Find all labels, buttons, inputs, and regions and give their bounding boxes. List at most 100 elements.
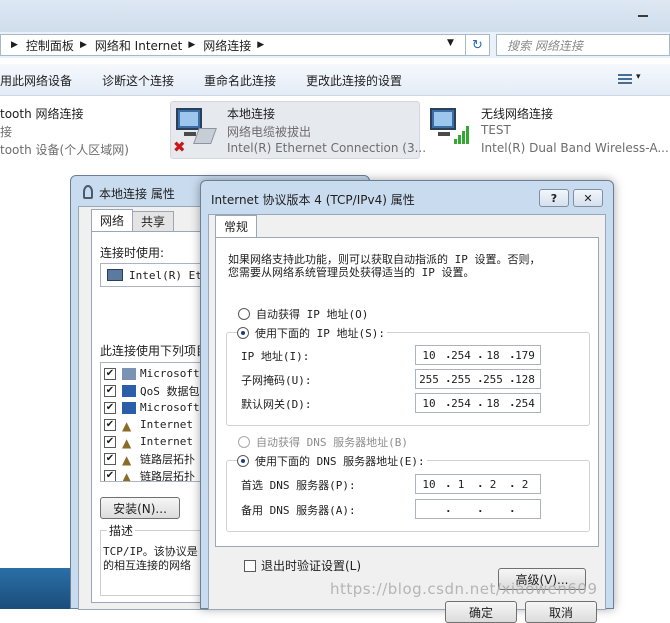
list-item[interactable]: ✔ Microsoft — [104, 399, 200, 416]
manual-ip-group: 使用下面的 IP 地址(S): IP 地址(I): 10. 254. 18. 1… — [226, 325, 590, 426]
network-icon — [83, 185, 93, 199]
rename-button[interactable]: 重命名此连接 — [204, 72, 276, 89]
refresh-button[interactable]: ↻ — [466, 34, 490, 56]
auto-ip-radio[interactable]: 自动获得 IP 地址(O) — [238, 306, 368, 322]
service-icon — [122, 384, 136, 397]
breadcrumb-network-internet[interactable]: 网络和 Internet ▶ — [91, 35, 199, 55]
alternate-dns-field[interactable]: . . . — [415, 499, 541, 519]
octet: 18 — [486, 397, 500, 410]
manual-dns-radio[interactable]: 使用下面的 DNS 服务器地址(E): — [237, 453, 427, 469]
manual-ip-radio[interactable]: 使用下面的 IP 地址(S): — [237, 325, 387, 341]
tab-bar: 网络 共享 — [91, 209, 175, 231]
auto-dns-radio[interactable]: 自动获得 DNS 服务器地址(B) — [238, 434, 408, 450]
radio-label: 自动获得 IP 地址(O) — [256, 308, 369, 321]
chevron-right-icon: ▶ — [79, 40, 87, 50]
subnet-mask-field[interactable]: 255. 255. 255. 128 — [415, 369, 541, 389]
disable-device-button[interactable]: 用此网络设备 — [0, 72, 72, 89]
adapter-device: Intel(R) Dual Band Wireless-A... — [481, 141, 669, 155]
view-options-icon[interactable] — [616, 70, 644, 90]
diagnose-button[interactable]: 诊断这个连接 — [102, 72, 174, 89]
octet: 2 — [521, 478, 529, 491]
checkbox-icon — [244, 559, 256, 572]
list-item[interactable]: ✔ ▲ Internet — [104, 416, 193, 433]
ipv4-properties-dialog: Internet 协议版本 4 (TCP/IPv4) 属性 ? ✕ 常规 如果网… — [200, 180, 614, 623]
wireless-adapter-icon — [428, 106, 472, 150]
component-label: Microsoft — [140, 401, 200, 414]
breadcrumb-network-connections[interactable]: 网络连接 ▶ — [199, 35, 268, 55]
radio-label: 使用下面的 IP 地址(S): — [255, 327, 385, 340]
button-label: 确定 — [468, 605, 493, 620]
adapter-name: tooth 网络连接 — [0, 107, 84, 121]
explorer-titlebar — [0, 0, 670, 32]
list-item[interactable]: ✔ ▲ Internet — [104, 433, 193, 450]
close-icon: ✕ — [583, 191, 593, 205]
radio-selected-icon — [237, 327, 249, 339]
chevron-right-icon: ▶ — [11, 40, 18, 50]
gateway-label: 默认网关(D): — [241, 398, 312, 411]
component-label: QoS 数据包 — [140, 384, 200, 398]
component-label: Microsoft — [140, 367, 200, 380]
adapter-status: 网络电缆被拔出 — [227, 125, 312, 139]
list-item[interactable]: ✔ ▲ 链路层拓扑 — [104, 467, 195, 481]
adapter-local-text: 本地连接 网络电缆被拔出 Intel(R) Ethernet Connectio… — [227, 103, 426, 159]
adapter-bluetooth[interactable]: tooth 网络连接 接 tooth 设备(个人区域网) — [0, 103, 150, 159]
tab-sharing[interactable]: 共享 — [132, 211, 175, 231]
checkbox-checked-icon[interactable]: ✔ — [104, 384, 116, 397]
chevron-right-icon: ▶ — [257, 40, 265, 50]
network-card-icon — [107, 269, 123, 281]
tab-label: 常规 — [224, 220, 249, 234]
octet: 179 — [515, 349, 535, 362]
watermark: https://blog.csdn.net/xiaowen609 — [330, 580, 598, 598]
client-icon — [122, 367, 136, 380]
button-label: 取消 — [548, 605, 573, 620]
close-button[interactable]: ✕ — [573, 189, 603, 207]
list-item[interactable]: ✔ QoS 数据包 — [104, 382, 200, 399]
disconnected-x-icon: ✖ — [173, 138, 186, 156]
octet: 254 — [515, 397, 535, 410]
change-settings-button[interactable]: 更改此连接的设置 — [306, 72, 402, 89]
search-input[interactable]: 搜索 网络连接 — [496, 34, 670, 56]
subnet-mask-label: 子网掩码(U): — [241, 374, 312, 387]
list-item[interactable]: ✔ ▲ 链路层拓扑 — [104, 450, 195, 467]
adapter-wireless[interactable]: 无线网络连接 TEST Intel(R) Dual Band Wireless-… — [481, 103, 670, 159]
tab-network[interactable]: 网络 — [91, 209, 134, 231]
octet: 10 — [422, 349, 436, 362]
dialog-title: Internet 协议版本 4 (TCP/IPv4) 属性 — [211, 193, 415, 207]
gateway-field[interactable]: 10. 254. 18. 254 — [415, 393, 541, 413]
chevron-down-icon[interactable]: ▼ — [447, 38, 454, 48]
checkbox-checked-icon[interactable]: ✔ — [104, 435, 116, 448]
octet: 255 — [483, 373, 503, 386]
tab-general[interactable]: 常规 — [215, 215, 258, 237]
adapter-value: Intel(R) Eth — [129, 268, 209, 282]
minimize-button[interactable] — [636, 6, 652, 20]
install-button[interactable]: 安装(N)... — [100, 497, 180, 519]
adapter-status: TEST — [481, 123, 511, 137]
protocol-icon: ▲ — [122, 418, 132, 433]
checkbox-checked-icon[interactable]: ✔ — [104, 418, 116, 431]
checkbox-checked-icon[interactable]: ✔ — [104, 469, 116, 481]
breadcrumb-control-panel[interactable]: 控制面板 ▶ — [22, 35, 91, 55]
address-box[interactable]: ▶ 控制面板 ▶ 网络和 Internet ▶ 网络连接 ▶ ▼ — [0, 34, 466, 56]
service-icon — [122, 401, 136, 414]
address-bar: ▶ 控制面板 ▶ 网络和 Internet ▶ 网络连接 ▶ ▼ ↻ 搜索 网络连接 — [0, 32, 670, 58]
list-item[interactable]: ✔ Microsoft — [104, 365, 200, 382]
checkbox-checked-icon[interactable]: ✔ — [104, 452, 116, 465]
adapter-name: 无线网络连接 — [481, 107, 554, 121]
breadcrumb-root-arrow[interactable]: ▶ — [1, 35, 22, 55]
adapter-device: Intel(R) Ethernet Connection (3... — [227, 141, 427, 155]
radio-label: 自动获得 DNS 服务器地址(B) — [256, 436, 408, 449]
cancel-button[interactable]: 取消 — [525, 601, 597, 623]
help-button[interactable]: ? — [539, 189, 569, 207]
preferred-dns-field[interactable]: 10. 1. 2. 2 — [415, 474, 541, 494]
ip-address-field[interactable]: 10. 254. 18. 179 — [415, 345, 541, 365]
octet: 10 — [422, 478, 436, 491]
adapter-name: 本地连接 — [227, 107, 276, 121]
validate-on-exit-checkbox[interactable]: 退出时验证设置(L) — [244, 557, 361, 574]
taskbar — [0, 568, 70, 609]
ok-button[interactable]: 确定 — [445, 601, 517, 623]
octet: 255 — [419, 373, 439, 386]
checkbox-checked-icon[interactable]: ✔ — [104, 401, 116, 414]
checkbox-checked-icon[interactable]: ✔ — [104, 367, 116, 380]
tab-bar: 常规 — [215, 215, 258, 237]
component-label: 链路层拓扑 — [140, 452, 195, 466]
